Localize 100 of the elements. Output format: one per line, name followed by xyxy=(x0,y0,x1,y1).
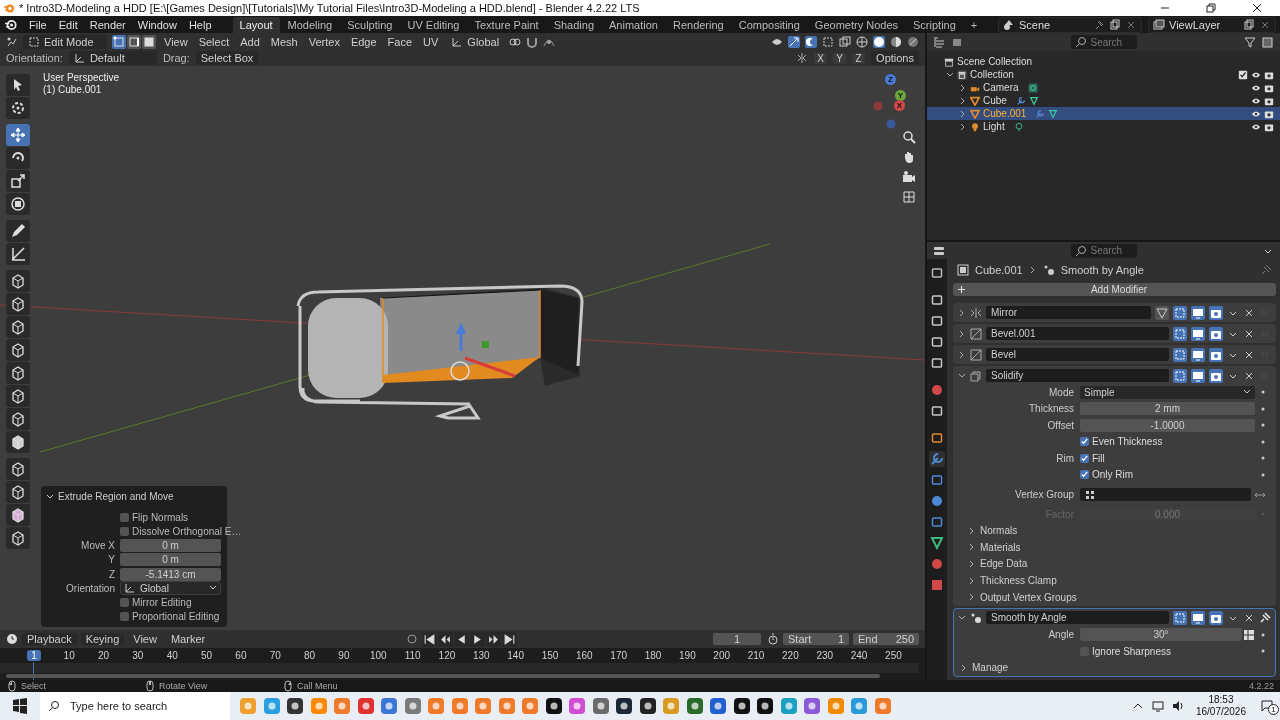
number-field[interactable]: -5.1413 cm xyxy=(120,567,221,581)
search-field[interactable]: Type here to search xyxy=(40,692,230,720)
search-field[interactable]: Search xyxy=(1070,35,1137,49)
frame-number: 230 xyxy=(815,649,835,661)
subpanel-header[interactable]: Manage xyxy=(954,659,1275,677)
mode-dropdown[interactable]: Edit Mode xyxy=(23,34,107,49)
menu-item[interactable]: Window xyxy=(132,18,182,31)
field-label: Rim xyxy=(1055,452,1075,464)
notification-count: 1 xyxy=(1268,704,1279,715)
number-field[interactable]: -1.0000 xyxy=(1080,418,1255,432)
outliner-item[interactable]: Cube xyxy=(927,94,1280,107)
add-workspace-button[interactable]: + xyxy=(963,16,985,33)
workspace-tab[interactable]: Texture Paint xyxy=(467,16,546,33)
number-field[interactable]: 0 m xyxy=(120,553,221,567)
view-layer-selector[interactable]: ViewLayer xyxy=(1148,16,1276,33)
end-frame-field[interactable]: End 250 xyxy=(853,633,919,645)
outliner-item[interactable]: Light xyxy=(927,120,1280,133)
notification-button[interactable]: 1 xyxy=(1254,700,1280,712)
menu-item[interactable]: Add xyxy=(237,35,263,48)
workspace-tab[interactable]: Geometry Nodes xyxy=(807,16,905,33)
orientation-dropdown[interactable]: Default xyxy=(68,51,157,65)
outliner-item[interactable]: Scene Collection xyxy=(927,55,1280,68)
outliner-item[interactable]: Camera xyxy=(927,81,1280,94)
frame-number: 50 xyxy=(200,649,214,661)
modifier-name-field[interactable]: Mirror xyxy=(986,306,1151,319)
menu-item[interactable]: Help xyxy=(183,18,217,31)
outliner-item[interactable]: Collection xyxy=(927,68,1280,81)
options-dropdown[interactable]: Options xyxy=(871,51,919,65)
menu-item[interactable]: Marker xyxy=(165,633,211,645)
clock[interactable]: 18:53 16/07/2026 xyxy=(1195,694,1246,718)
orientation-dropdown[interactable]: Global xyxy=(120,581,221,596)
workspace-tab[interactable]: Modeling xyxy=(280,16,340,33)
frame-number: 100 xyxy=(368,649,388,661)
frame-number: 170 xyxy=(609,649,628,661)
field-label: Vertex Group xyxy=(1014,489,1075,500)
breadcrumb-item[interactable]: Smooth by Angle xyxy=(1060,264,1144,276)
menu-item[interactable]: Mesh xyxy=(267,35,301,48)
current-frame-field[interactable]: 1 xyxy=(713,633,761,645)
number-field[interactable]: 0 m xyxy=(120,539,221,553)
checkbox-label: Flip Normals xyxy=(132,511,189,523)
modifier-name-field[interactable]: Bevel xyxy=(986,348,1169,361)
start-frame-field[interactable]: Start 1 xyxy=(783,633,849,645)
orientation-dropdown[interactable]: Global xyxy=(446,34,505,49)
status-hint: Call Menu xyxy=(297,681,339,691)
menu-item[interactable]: Render xyxy=(84,18,131,31)
workspace-tab[interactable]: Scripting xyxy=(906,16,963,33)
scene-selector[interactable]: Scene xyxy=(998,16,1142,33)
workspace-tab[interactable]: Compositing xyxy=(731,16,807,33)
axis-handle[interactable]: Y xyxy=(895,90,906,101)
workspace-tab[interactable]: UV Editing xyxy=(400,16,467,33)
number-field[interactable]: 2 mm xyxy=(1080,402,1255,416)
axis-toggle[interactable]: X xyxy=(814,52,828,64)
add-modifier-button[interactable]: Add Modifier xyxy=(953,283,1276,296)
menu-item[interactable]: Edit xyxy=(53,18,83,31)
menu-item[interactable]: Playback xyxy=(22,633,77,645)
menu-item[interactable]: Keying xyxy=(80,633,125,645)
menu-item[interactable]: UV xyxy=(420,35,442,48)
menu-item[interactable]: Vertex xyxy=(305,35,343,48)
checkbox-label: Mirror Editing xyxy=(132,597,192,609)
axis-handle[interactable]: X xyxy=(894,100,905,111)
version-label: 4.2.22 xyxy=(1248,681,1274,691)
field-label: Orientation xyxy=(65,582,116,594)
frame-number: 30 xyxy=(131,649,145,661)
subpanel-header[interactable]: Edge Data xyxy=(954,555,1275,573)
menu-item[interactable]: Face xyxy=(384,35,416,48)
drag-dropdown[interactable]: Select Box xyxy=(195,51,259,65)
subpanel-header[interactable]: Materials xyxy=(954,539,1275,556)
menu-item[interactable]: Edge xyxy=(347,35,380,48)
subpanel-header[interactable]: Normals xyxy=(954,522,1275,540)
menu-item[interactable]: Select xyxy=(195,35,233,48)
axis-toggle[interactable]: Z xyxy=(852,52,866,64)
breadcrumb-item[interactable]: Cube.001 xyxy=(975,264,1023,276)
frame-number: 160 xyxy=(575,649,594,661)
orientation-label: Orientation: xyxy=(6,52,63,64)
workspace-tab[interactable]: Sculpting xyxy=(340,16,400,33)
workspace-tab[interactable]: Animation xyxy=(602,16,665,33)
number-field[interactable]: 30° xyxy=(1080,628,1242,642)
workspace-tab[interactable]: Rendering xyxy=(665,16,731,33)
frame-number: 190 xyxy=(678,649,697,661)
search-field[interactable]: Search xyxy=(1070,243,1137,258)
panel-title: Extrude Region and Move xyxy=(58,491,174,502)
outliner-item[interactable]: Cube.001 xyxy=(927,107,1280,120)
field-label: Thickness xyxy=(1028,403,1075,415)
current-frame-marker[interactable]: 1 xyxy=(27,649,41,661)
modifier-name-field[interactable]: Smooth by Angle xyxy=(986,611,1169,625)
subpanel-header[interactable]: Thickness Clamp xyxy=(954,572,1275,589)
mode-dropdown[interactable]: Simple xyxy=(1080,385,1255,399)
menu-item[interactable]: File xyxy=(24,18,52,31)
workspace-tab[interactable]: Layout xyxy=(232,16,280,33)
frame-number: 140 xyxy=(506,649,525,661)
modifier-name-field[interactable]: Bevel.001 xyxy=(986,327,1169,340)
menu-item[interactable]: View xyxy=(128,633,162,645)
axis-toggle[interactable]: Y xyxy=(833,52,847,64)
object-label: (1) Cube.001 xyxy=(43,84,103,95)
workspace-tab[interactable]: Shading xyxy=(546,16,602,33)
field-label: Mode xyxy=(1048,386,1075,398)
modifier-name-field[interactable]: Solidify xyxy=(986,369,1169,382)
axis-handle[interactable]: Z xyxy=(885,74,896,85)
menu-item[interactable]: View xyxy=(161,35,191,48)
subpanel-header[interactable]: Output Vertex Groups xyxy=(954,588,1275,606)
